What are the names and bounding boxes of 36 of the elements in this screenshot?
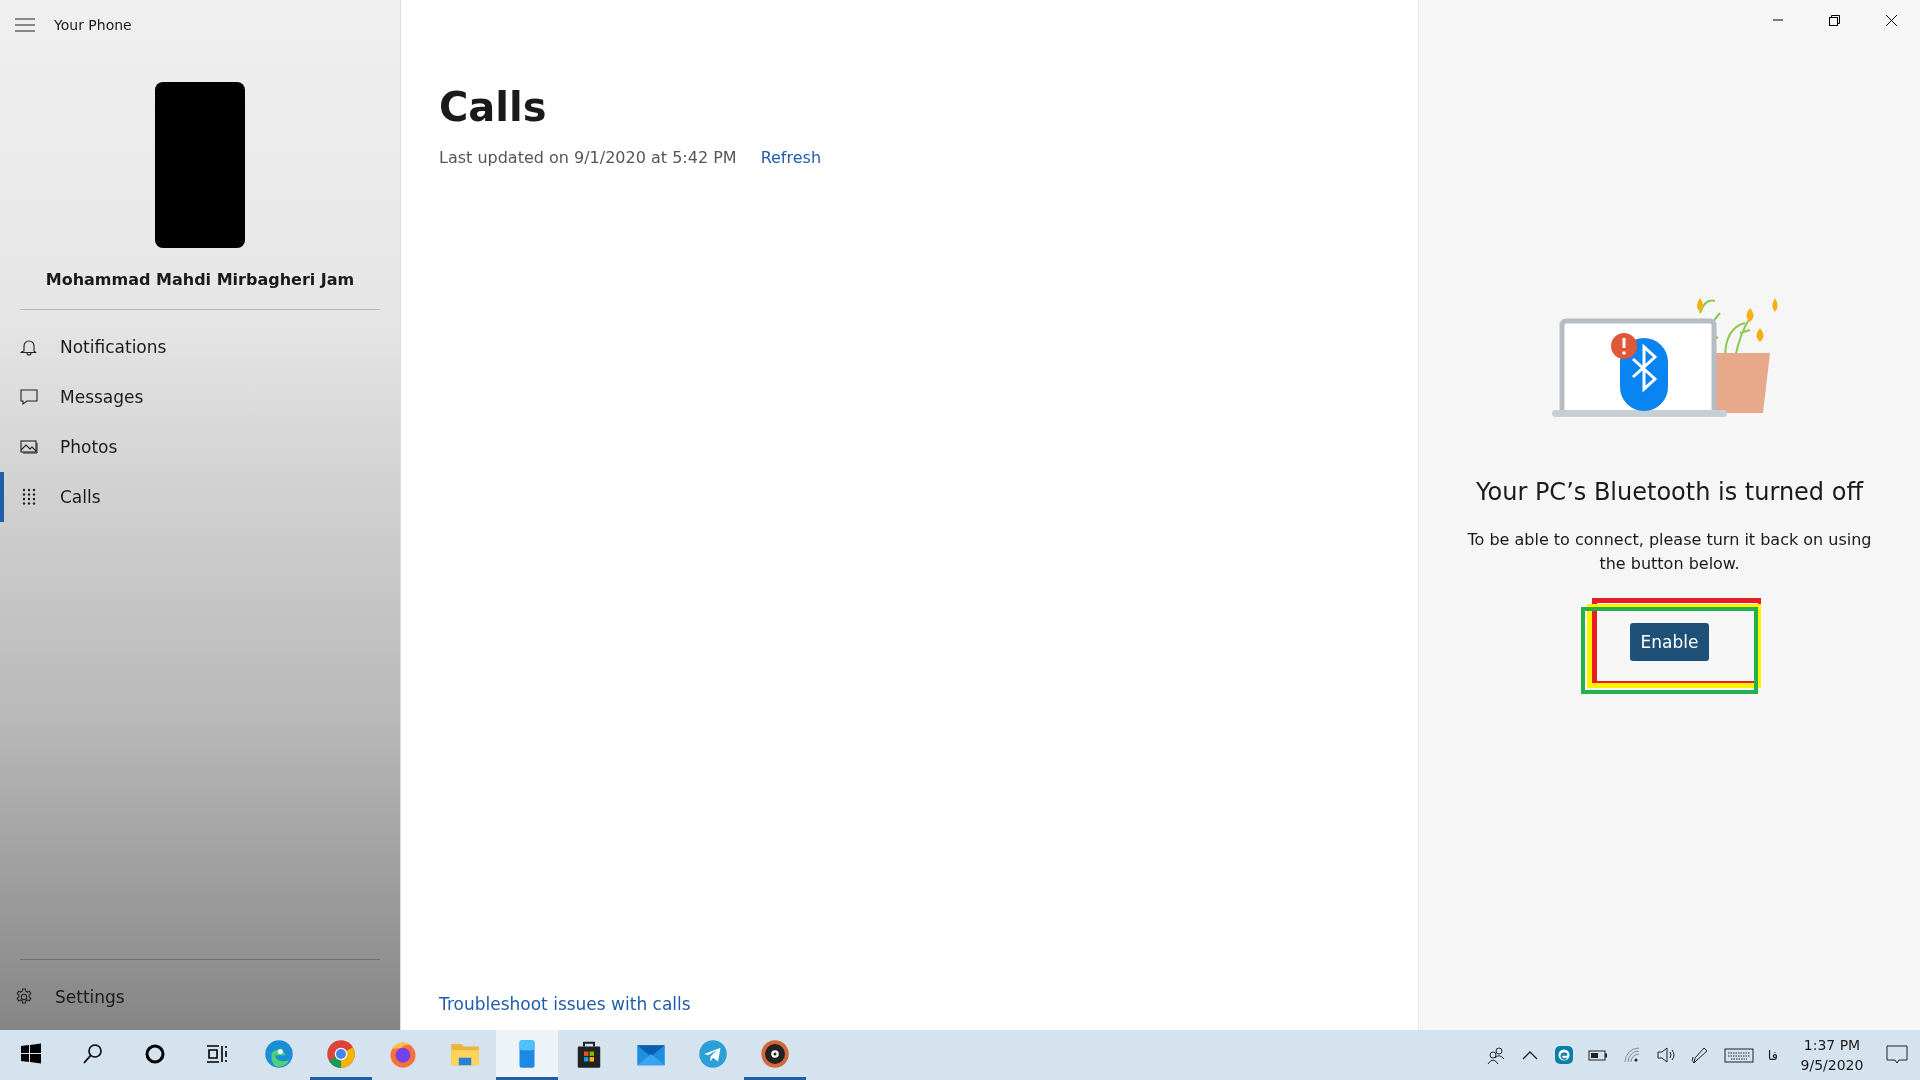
window-title: Your Phone — [54, 17, 132, 33]
paper-plane-icon — [698, 1038, 728, 1069]
settings-icon — [15, 988, 33, 1006]
close-icon — [1885, 13, 1898, 27]
nav-item[interactable]: Messages — [0, 372, 400, 422]
account-name: Mohammad Mahdi Mirbagheri Jam — [44, 270, 356, 289]
nav-item[interactable]: Notifications — [0, 322, 400, 372]
refresh-link[interactable]: Refresh — [760, 148, 822, 167]
notification-icon[interactable] — [1886, 1044, 1908, 1066]
search-icon — [81, 1041, 105, 1066]
dialpad-icon — [20, 488, 38, 506]
disc-icon — [760, 1038, 790, 1069]
keyboard-icon[interactable] — [1723, 1045, 1754, 1065]
panel-heading: Your PC’s Bluetooth is turned off — [1476, 478, 1863, 506]
settings-item[interactable]: Settings — [0, 972, 400, 1022]
shield-e-icon[interactable] — [1553, 1045, 1574, 1065]
restore-icon — [1828, 13, 1841, 27]
troubleshoot-link[interactable]: Troubleshoot issues with calls — [439, 994, 1418, 1014]
page-heading: Calls — [439, 84, 548, 130]
last-updated-text: Last updated on 9/1/2020 at 5:42 PM — [439, 148, 737, 167]
speaker-icon[interactable] — [1655, 1045, 1676, 1065]
people-icon[interactable] — [1485, 1045, 1506, 1065]
clock[interactable]: 1:37 PM 9/5/2020 — [1792, 1035, 1872, 1075]
enable-button[interactable]: Enable — [1629, 623, 1710, 661]
picture-icon — [20, 438, 38, 456]
bell-icon — [20, 338, 38, 356]
windows-logo-icon — [19, 1041, 43, 1066]
chrome-icon — [326, 1038, 356, 1069]
panel-message: To be able to connect, please turn it back on using the button below. — [1466, 529, 1873, 575]
menu-icon — [14, 18, 36, 32]
language-indicator[interactable]: فا — [1767, 1047, 1778, 1063]
pen-icon[interactable] — [1689, 1045, 1710, 1065]
wifi-icon[interactable] — [1621, 1045, 1642, 1065]
speech-bubble-icon — [20, 388, 38, 406]
menu-button[interactable] — [14, 18, 36, 32]
nav-item[interactable]: Photos — [0, 422, 400, 472]
